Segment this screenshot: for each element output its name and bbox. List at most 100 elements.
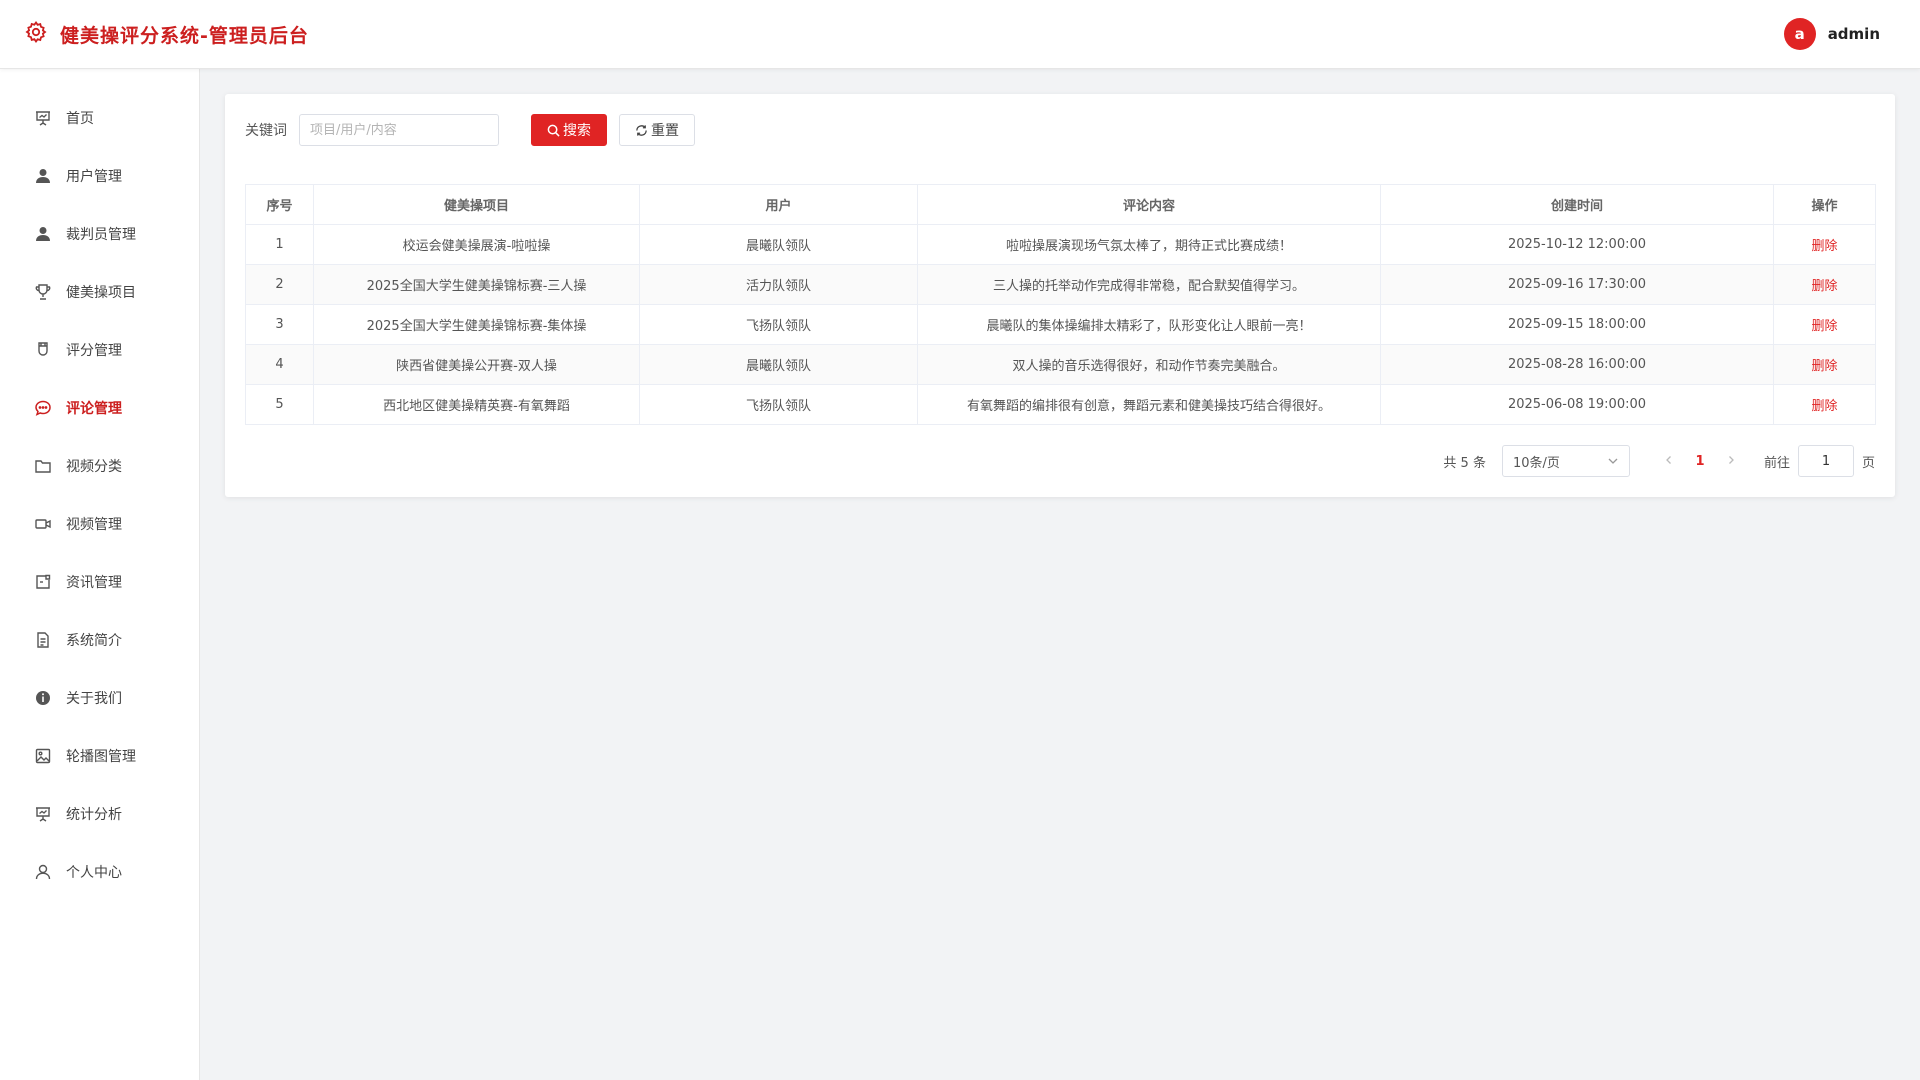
folder-icon (35, 460, 51, 473)
sidebar-item-video-categories[interactable]: 视频分类 (0, 437, 199, 495)
goto-page: 前往 页 (1764, 445, 1875, 477)
sidebar-item-scoring[interactable]: 评分管理 (0, 321, 199, 379)
cell-content: 啦啦操展演现场气氛太棒了，期待正式比赛成绩！ (917, 224, 1381, 265)
cell-user: 晨曦队领队 (639, 344, 918, 385)
user-outline-icon (35, 864, 51, 880)
chevron-down-icon (1608, 458, 1618, 464)
table-header-row: 序号 健美操项目 用户 评论内容 创建时间 操作 (245, 184, 1876, 225)
page-size-select[interactable]: 10条/页 (1501, 445, 1630, 477)
sidebar-item-label: 轮播图管理 (66, 749, 136, 765)
sidebar-item-label: 首页 (66, 111, 94, 127)
cell-content: 有氧舞蹈的编排很有创意，舞蹈元素和健美操技巧结合得很好。 (917, 384, 1381, 425)
sidebar-item-profile[interactable]: 个人中心 (0, 843, 199, 901)
table-row: 3 2025全国大学生健美操锦标赛-集体操 飞扬队领队 晨曦队的集体操编排太精彩… (245, 304, 1876, 345)
top-header: 健美操评分系统-管理员后台 a admin (0, 0, 1920, 69)
app-title: 健美操评分系统-管理员后台 (60, 24, 309, 47)
table-row: 4 陕西省健美操公开赛-双人操 晨曦队领队 双人操的音乐选得很好，和动作节奏完美… (245, 344, 1876, 385)
cell-project: 2025全国大学生健美操锦标赛-集体操 (313, 304, 640, 345)
cell-user: 飞扬队领队 (639, 384, 918, 425)
refresh-icon (636, 124, 647, 136)
sidebar-item-news[interactable]: 资讯管理 (0, 553, 199, 611)
sidebar-item-label: 视频分类 (66, 459, 122, 475)
document-icon (37, 632, 49, 648)
table-row: 1 校运会健美操展演-啦啦操 晨曦队领队 啦啦操展演现场气氛太棒了，期待正式比赛… (245, 224, 1876, 265)
trophy-icon (35, 284, 51, 300)
chat-bubble-icon (35, 400, 51, 416)
cell-action: 删除 (1773, 224, 1876, 265)
cell-index: 4 (245, 344, 314, 385)
cell-user: 晨曦队领队 (639, 224, 918, 265)
cell-index: 5 (245, 384, 314, 425)
delete-link[interactable]: 删除 (1811, 279, 1837, 294)
sidebar-item-label: 关于我们 (66, 691, 122, 707)
sidebar-item-videos[interactable]: 视频管理 (0, 495, 199, 553)
delete-link[interactable]: 删除 (1811, 359, 1837, 374)
sidebar-item-comments[interactable]: 评论管理 (0, 379, 199, 437)
username[interactable]: admin (1828, 25, 1880, 43)
goto-page-input[interactable] (1797, 445, 1854, 477)
sidebar-item-statistics[interactable]: 统计分析 (0, 785, 199, 843)
column-header: 序号 (245, 184, 314, 225)
avatar[interactable]: a (1783, 18, 1816, 50)
sidebar-item-label: 用户管理 (66, 169, 122, 185)
total-count: 共 5 条 (1443, 455, 1486, 471)
search-icon (547, 124, 560, 137)
cell-index: 2 (245, 264, 314, 305)
sidebar-item-label: 统计分析 (66, 807, 122, 823)
sidebar-item-label: 评分管理 (66, 343, 122, 359)
sidebar-item-judges[interactable]: 裁判员管理 (0, 205, 199, 263)
prev-page-button[interactable] (1654, 454, 1684, 469)
comments-table: 序号 健美操项目 用户 评论内容 创建时间 操作 1 校运会健美操展演-啦啦操 … (245, 184, 1876, 425)
next-page-button[interactable] (1716, 454, 1746, 469)
cell-project: 校运会健美操展演-啦啦操 (313, 224, 640, 265)
cell-action: 删除 (1773, 344, 1876, 385)
search-input[interactable] (299, 114, 499, 146)
table-row: 5 西北地区健美操精英赛-有氧舞蹈 飞扬队领队 有氧舞蹈的编排很有创意，舞蹈元素… (245, 384, 1876, 425)
reset-button-label: 重置 (651, 123, 679, 139)
cell-action: 删除 (1773, 304, 1876, 345)
cell-created: 2025-09-15 18:00:00 (1380, 304, 1774, 345)
cell-index: 1 (245, 224, 314, 265)
sidebar-item-label: 评论管理 (66, 401, 122, 417)
sidebar: 首页 用户管理 裁判员管理 健美操项目 评分管理 评论管理 视频分类 视频管理 … (0, 69, 200, 1080)
cell-action: 删除 (1773, 384, 1876, 425)
main-panel: 关键词 搜索 重置 序号 健美操项目 用户 评论内容 创建时间 操作 (225, 94, 1895, 497)
search-bar: 关键词 搜索 重置 (245, 114, 1875, 146)
search-button-label: 搜索 (563, 123, 591, 139)
column-header: 创建时间 (1380, 184, 1774, 225)
delete-link[interactable]: 删除 (1811, 399, 1837, 414)
delete-link[interactable]: 删除 (1811, 319, 1837, 334)
cell-created: 2025-09-16 17:30:00 (1380, 264, 1774, 305)
chevron-right-icon (1729, 455, 1734, 464)
cell-user: 飞扬队领队 (639, 304, 918, 345)
sidebar-item-users[interactable]: 用户管理 (0, 147, 199, 205)
search-button[interactable]: 搜索 (531, 114, 607, 146)
goto-suffix: 页 (1861, 455, 1875, 471)
sidebar-item-carousel[interactable]: 轮播图管理 (0, 727, 199, 785)
sidebar-item-label: 裁判员管理 (66, 227, 136, 243)
sidebar-item-label: 资讯管理 (66, 575, 122, 591)
user-menu[interactable]: a admin (1783, 18, 1896, 50)
cell-action: 删除 (1773, 264, 1876, 305)
cell-created: 2025-08-28 16:00:00 (1380, 344, 1774, 385)
cell-created: 2025-10-12 12:00:00 (1380, 224, 1774, 265)
video-camera-icon (35, 519, 51, 529)
sidebar-item-about[interactable]: 关于我们 (0, 669, 199, 727)
sidebar-item-label: 系统简介 (66, 633, 122, 649)
page-number-current[interactable]: 1 (1684, 454, 1716, 469)
reset-button[interactable]: 重置 (619, 114, 695, 146)
sidebar-item-projects[interactable]: 健美操项目 (0, 263, 199, 321)
delete-link[interactable]: 删除 (1811, 239, 1837, 254)
chevron-left-icon (1666, 455, 1671, 464)
sidebar-item-label: 视频管理 (66, 517, 122, 533)
brand: 健美操评分系统-管理员后台 (24, 20, 309, 48)
keyword-label: 关键词 (245, 123, 287, 139)
column-header: 操作 (1773, 184, 1876, 225)
cell-content: 晨曦队的集体操编排太精彩了，队形变化让人眼前一亮！ (917, 304, 1381, 345)
info-icon (36, 691, 50, 705)
cell-project: 陕西省健美操公开赛-双人操 (313, 344, 640, 385)
sidebar-item-system-intro[interactable]: 系统简介 (0, 611, 199, 669)
news-icon (36, 574, 51, 589)
sidebar-item-home[interactable]: 首页 (0, 89, 199, 147)
cell-user: 活力队领队 (639, 264, 918, 305)
